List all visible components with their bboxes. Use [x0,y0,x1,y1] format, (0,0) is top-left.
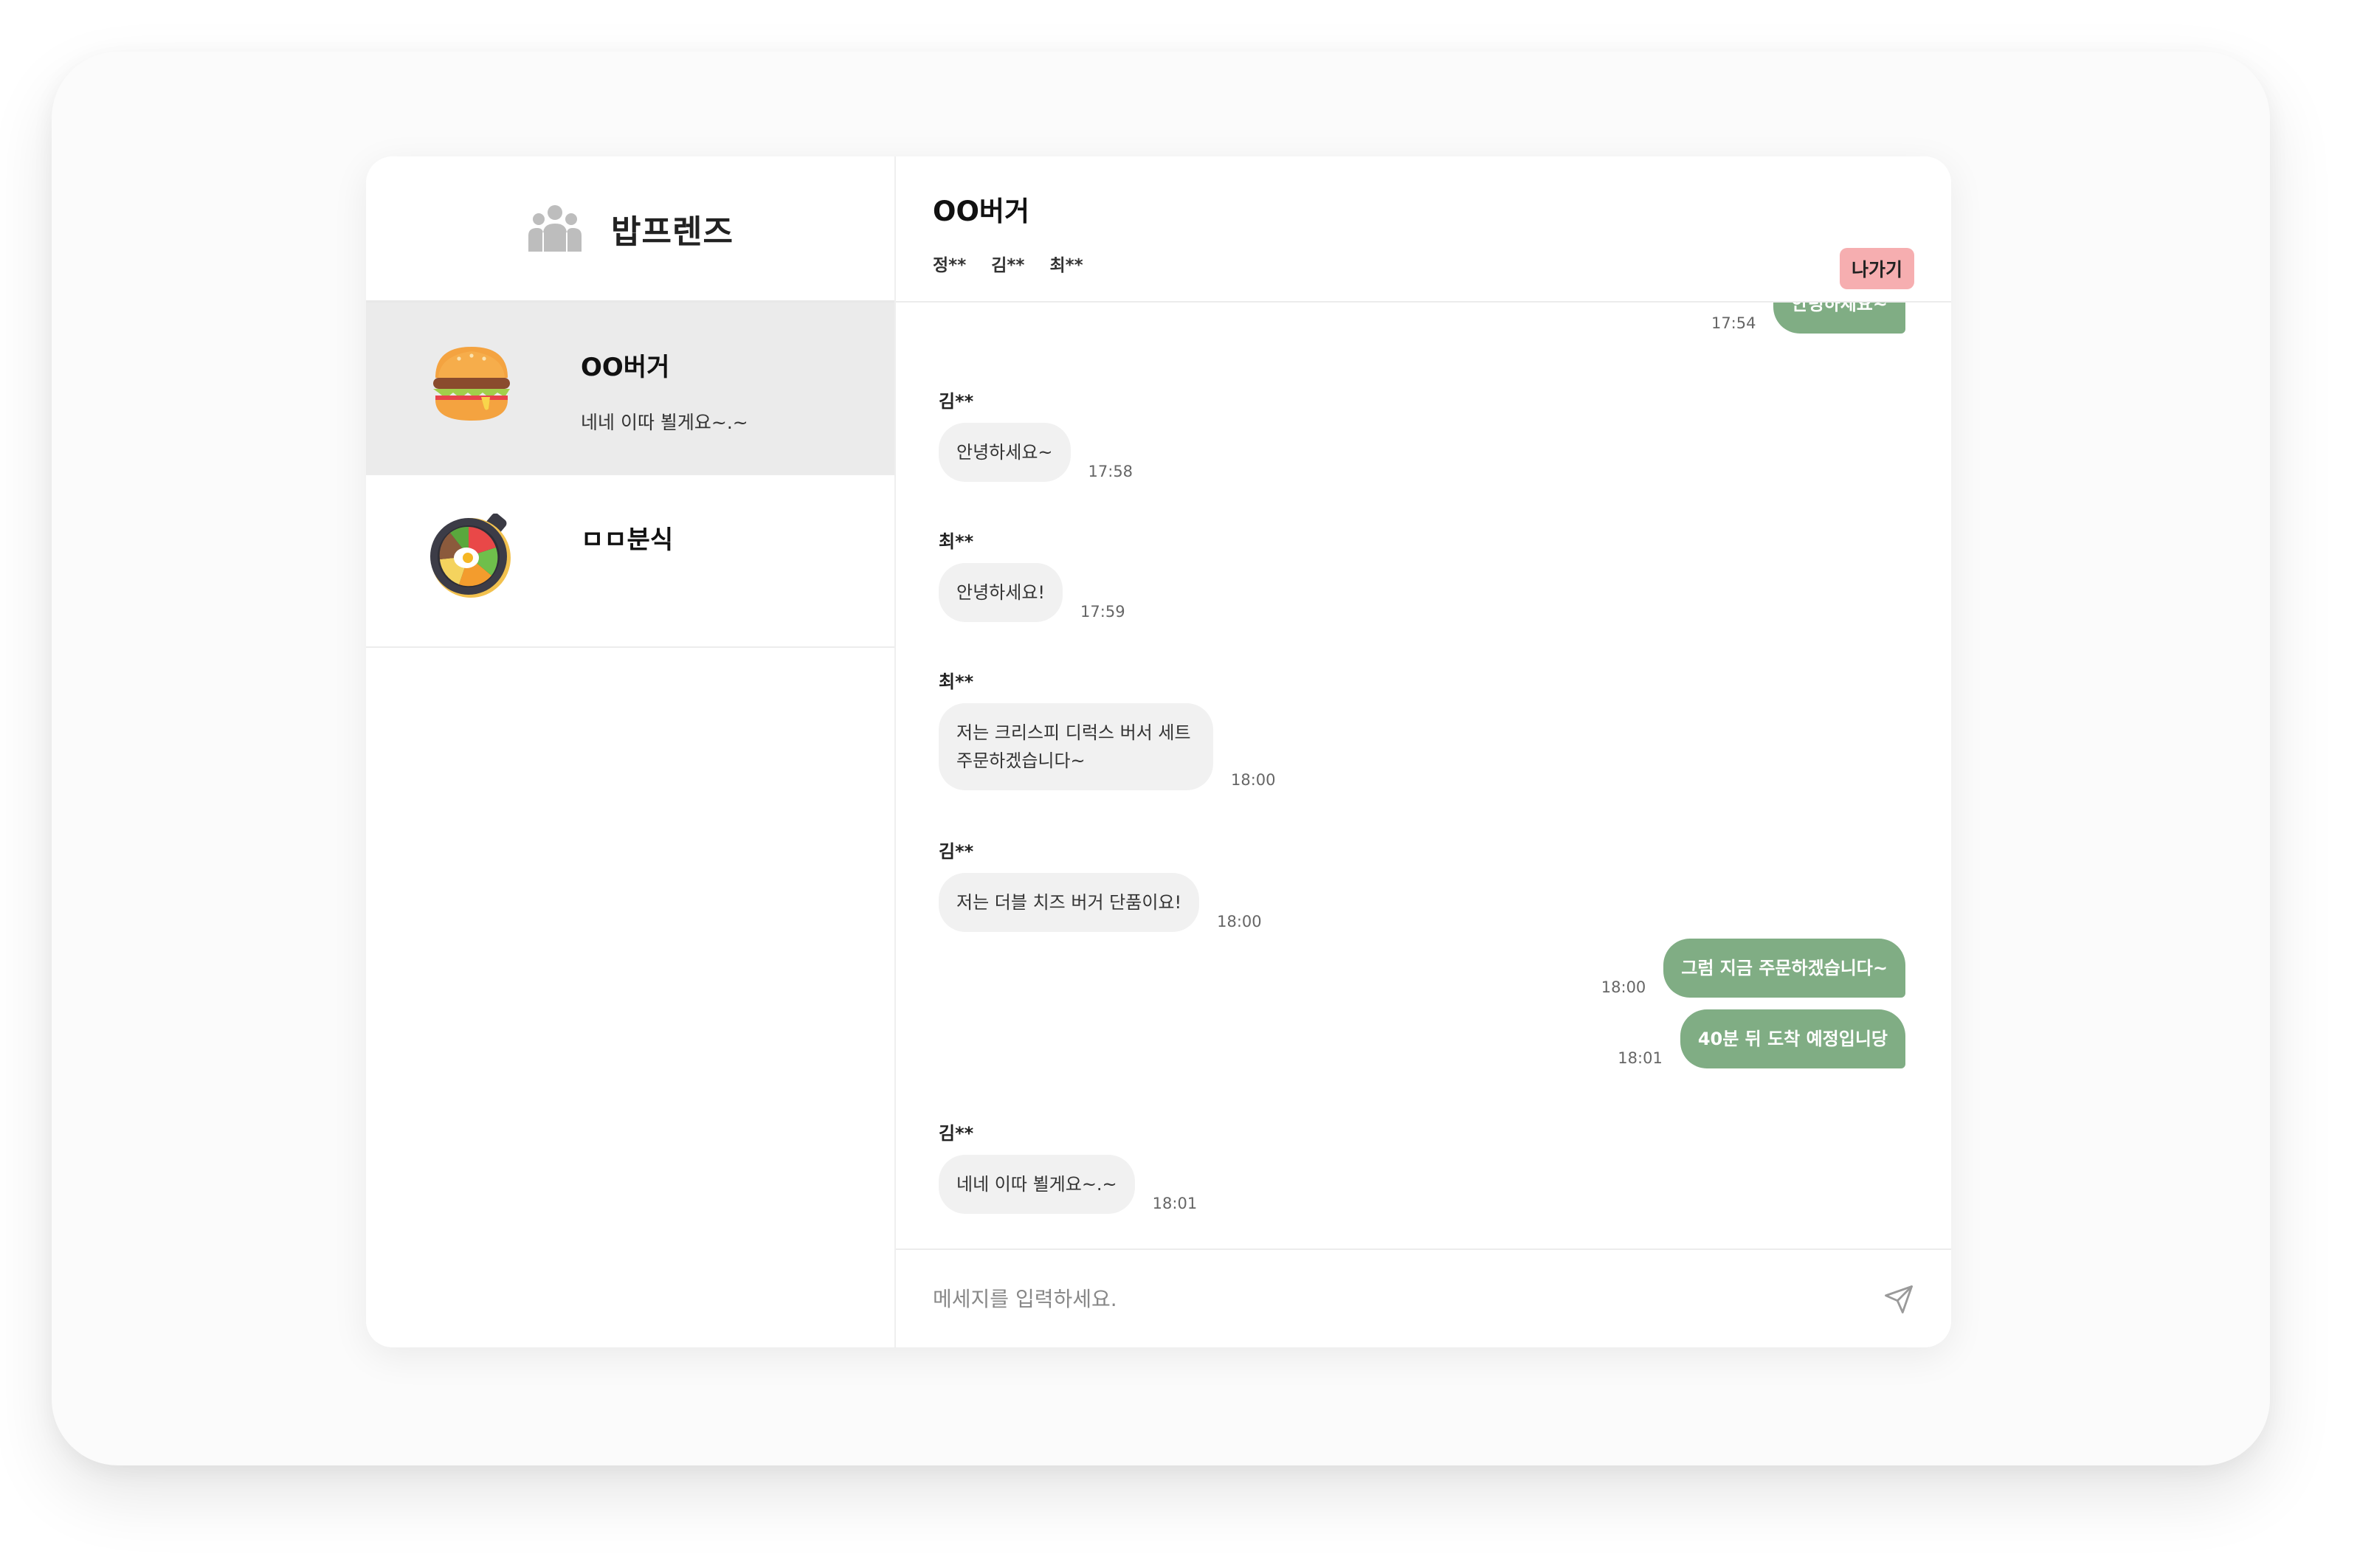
message-time: 17:59 [1080,603,1125,621]
burger-icon [433,347,510,421]
leave-button[interactable]: 나가기 [1839,248,1914,289]
group-icon [528,204,582,252]
member-name: 최** [1049,256,1083,275]
member-list: 정** 김** 최** [933,251,1083,276]
bubble-row: 안녕하세요~ 17:58 [939,423,1133,482]
message-other: 최** 안녕하세요! 17:59 [939,527,1125,622]
bubble-row: 안녕하세요! 17:59 [939,563,1125,622]
send-icon[interactable] [1883,1284,1914,1315]
room-item-bunsik[interactable]: ㅁㅁ분식 [366,475,894,648]
message-other: 김** 안녕하세요~ 17:58 [939,387,1133,482]
message-sender: 김** [939,1123,974,1144]
message-sender: 최** [939,671,974,692]
bubble-row: 저는 크리스피 디럭스 버서 세트 주문하겠습니다~ 18:00 [939,703,1276,790]
message-mine: 18:01 40분 뒤 도착 예정입니당 [1618,1009,1905,1068]
message-bubble: 안녕하세요! [939,563,1063,622]
brand-header: 밥프렌즈 [366,156,894,303]
brand-name: 밥프렌즈 [611,213,734,251]
chat-title: OO버거 [933,196,1029,227]
room-item-oo-burger[interactable]: OO버거 네네 이따 뵐게요~.~ [366,303,894,475]
bubble-row: 네네 이따 뵐게요~.~ 18:01 [939,1155,1197,1214]
message-time: 17:58 [1088,463,1133,480]
chat-app-window: 밥프렌즈 OO버거 네네 이따 뵐게요~.~ ㅁㅁ분식 17:54 안녕하세요~… [366,156,1951,1347]
message-sender: 김** [939,391,974,412]
message-time: 18:00 [1217,913,1262,930]
message-other: 김** 네네 이따 뵐게요~.~ 18:01 [939,1119,1197,1214]
bibimbap-icon [430,514,511,598]
message-time: 18:01 [1618,1049,1663,1067]
room-title: OO버거 [581,353,670,382]
message-bubble: 네네 이따 뵐게요~.~ [939,1155,1135,1214]
member-name: 정** [933,256,967,275]
message-time: 17:54 [1711,314,1756,332]
chat-panel: 17:54 안녕하세요~ 김** 안녕하세요~ 17:58 최** 안녕하세요!… [896,156,1951,1347]
message-mine: 18:00 그럼 지금 주문하겠습니다~ [1601,939,1905,998]
message-input-bar [896,1248,1951,1347]
message-bubble: 저는 크리스피 디럭스 버서 세트 주문하겠습니다~ [939,703,1213,790]
bubble-row: 18:00 그럼 지금 주문하겠습니다~ [1601,939,1905,998]
member-name: 김** [991,256,1025,275]
room-last-message: 네네 이따 뵐게요~.~ [581,412,748,433]
message-time: 18:00 [1601,978,1646,996]
bubble-row: 18:01 40분 뒤 도착 예정입니당 [1618,1009,1905,1068]
bubble-row: 저는 더블 치즈 버거 단품이요! 18:00 [939,873,1262,932]
message-sender: 김** [939,841,974,862]
message-other: 최** 저는 크리스피 디럭스 버서 세트 주문하겠습니다~ 18:00 [939,667,1276,790]
message-list[interactable]: 17:54 안녕하세요~ 김** 안녕하세요~ 17:58 최** 안녕하세요!… [896,274,1951,1347]
room-text: OO버거 네네 이따 뵐게요~.~ [581,347,748,435]
message-input[interactable] [933,1278,1818,1319]
message-bubble: 안녕하세요~ [939,423,1071,482]
room-text: ㅁㅁ분식 [581,519,673,556]
message-bubble: 40분 뒤 도착 예정입니당 [1680,1009,1905,1068]
message-time: 18:00 [1231,771,1276,789]
chat-header: OO버거 정** 김** 최** 나가기 [896,156,1951,303]
message-sender: 최** [939,531,974,552]
sidebar: 밥프렌즈 OO버거 네네 이따 뵐게요~.~ ㅁㅁ분식 [366,156,896,1347]
message-other: 김** 저는 더블 치즈 버거 단품이요! 18:00 [939,837,1262,932]
message-bubble: 그럼 지금 주문하겠습니다~ [1663,939,1905,998]
room-title: ㅁㅁ분식 [581,525,674,555]
message-bubble: 저는 더블 치즈 버거 단품이요! [939,873,1200,932]
message-time: 18:01 [1152,1195,1198,1212]
